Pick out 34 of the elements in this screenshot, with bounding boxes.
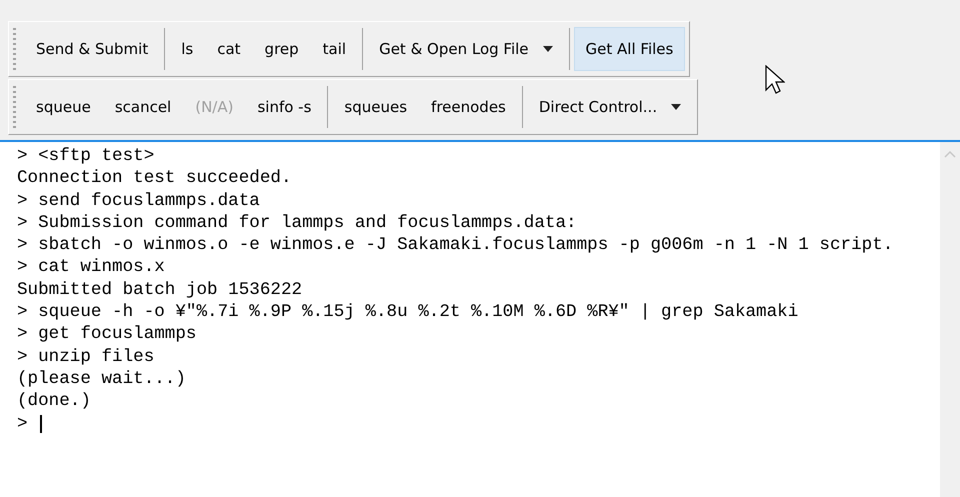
scrollbar[interactable]: [940, 142, 960, 497]
grip-handle[interactable]: [13, 28, 16, 70]
toolbar-button[interactable]: grep: [252, 27, 311, 71]
console-line: > Submission command for lammps and focuslammps.data:: [17, 212, 577, 234]
toolbar-button[interactable]: Send & Submit: [24, 27, 160, 71]
dropdown-button[interactable]: Get & Open Log File: [367, 27, 565, 71]
scroll-up-icon[interactable]: [944, 150, 956, 158]
toolbar-button[interactable]: cat: [205, 27, 253, 71]
mouse-pointer-icon: [765, 65, 785, 97]
text-cursor: [40, 414, 42, 433]
console-line: > cat winmos.x: [17, 256, 165, 279]
toolbar-button[interactable]: freenodes: [419, 85, 518, 129]
toolbar-button[interactable]: squeues: [332, 85, 420, 129]
console-line: > unzip files: [17, 346, 154, 368]
console-line: > get focuslammps: [17, 323, 196, 346]
grip-handle[interactable]: [13, 86, 16, 128]
caret-icon: [671, 104, 682, 110]
console-line: (done.): [17, 390, 91, 413]
toolbar-button[interactable]: sinfo -s: [245, 85, 324, 129]
toolbar-button[interactable]: tail: [310, 27, 358, 71]
toolbar-button[interactable]: squeue: [24, 85, 103, 129]
console-line: Submitted batch job 1536222: [17, 278, 302, 302]
toolbar-button[interactable]: ls: [169, 27, 206, 71]
console-line: > send focuslammps.data: [17, 190, 260, 212]
toolbar-button[interactable]: Get All Files: [574, 27, 686, 71]
caret-icon: [542, 46, 553, 52]
toolbar-button[interactable]: scancel: [102, 85, 184, 129]
console-line: >: [17, 412, 29, 435]
console-line: > sbatch -o winmos.o -e winmos.e -J Sakamaki.focuslammps -p g006m -n 1 -N 1 script.: [17, 234, 894, 256]
console-line: > squeue -h -o ¥"%.7i %.9P %.15j %.8u %.2t %.10M %.6D %R¥" | grep Sakamaki: [17, 301, 798, 324]
console-line: (please wait...): [17, 368, 186, 390]
console-line: Connection test succeeded.: [17, 167, 292, 190]
dropdown-button[interactable]: Direct Control...: [526, 85, 694, 129]
console-line: > <sftp test>: [17, 145, 154, 168]
